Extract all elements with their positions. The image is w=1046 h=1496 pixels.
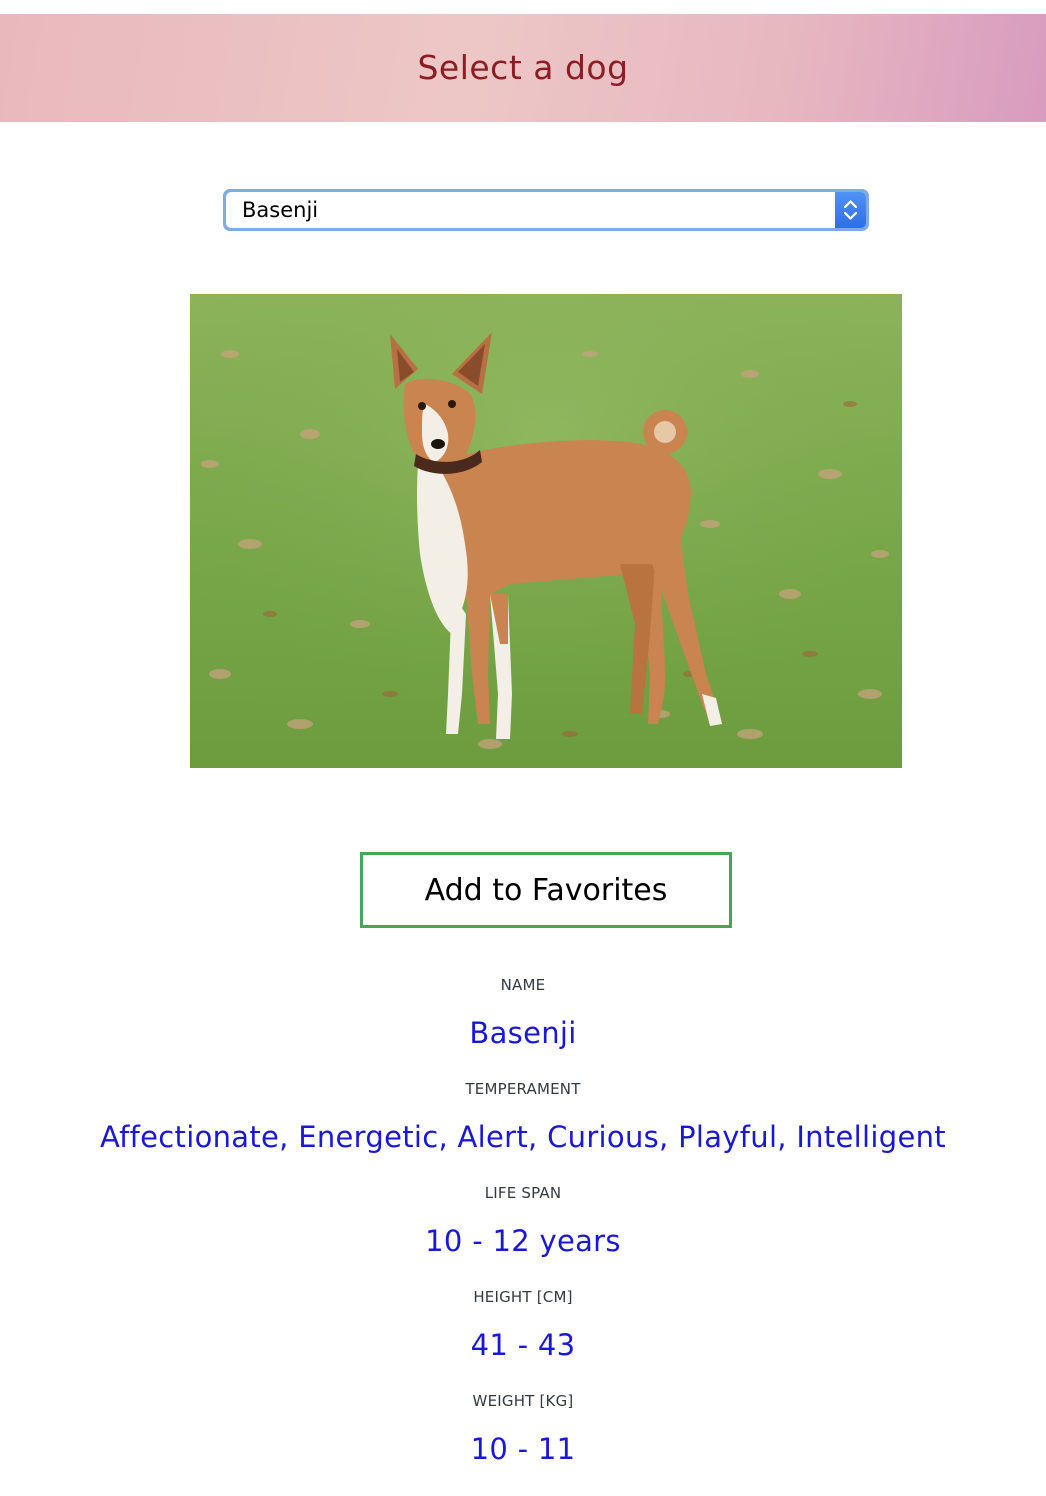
top-strip xyxy=(0,0,1046,14)
breed-select[interactable]: Basenji xyxy=(223,189,869,231)
height-label: HEIGHT [CM] xyxy=(473,1288,573,1306)
life-span-label: LIFE SPAN xyxy=(484,1184,562,1202)
chevron-up-down-icon xyxy=(843,200,858,220)
height-value: 41 - 43 xyxy=(470,1328,576,1362)
dog-image xyxy=(190,294,902,768)
add-to-favorites-button[interactable]: Add to Favorites xyxy=(360,852,732,928)
temperament-label: TEMPERAMENT xyxy=(465,1080,581,1098)
header-banner: Select a dog xyxy=(0,14,1046,122)
page-title: Select a dog xyxy=(417,47,629,87)
name-value: Basenji xyxy=(469,1016,577,1050)
weight-label: WEIGHT [KG] xyxy=(472,1392,574,1410)
weight-value: 10 - 11 xyxy=(470,1432,576,1466)
dog-photo xyxy=(190,294,902,768)
page: Select a dog Basenji Add to Favorites NA… xyxy=(0,0,1046,1496)
breed-select-field[interactable]: Basenji xyxy=(226,192,866,228)
name-label: NAME xyxy=(500,976,546,994)
select-stepper-icon[interactable] xyxy=(835,192,866,228)
temperament-value: Affectionate, Energetic, Alert, Curious,… xyxy=(100,1120,946,1154)
life-span-value: 10 - 12 years xyxy=(425,1224,621,1258)
breed-select-value: Basenji xyxy=(242,198,319,222)
